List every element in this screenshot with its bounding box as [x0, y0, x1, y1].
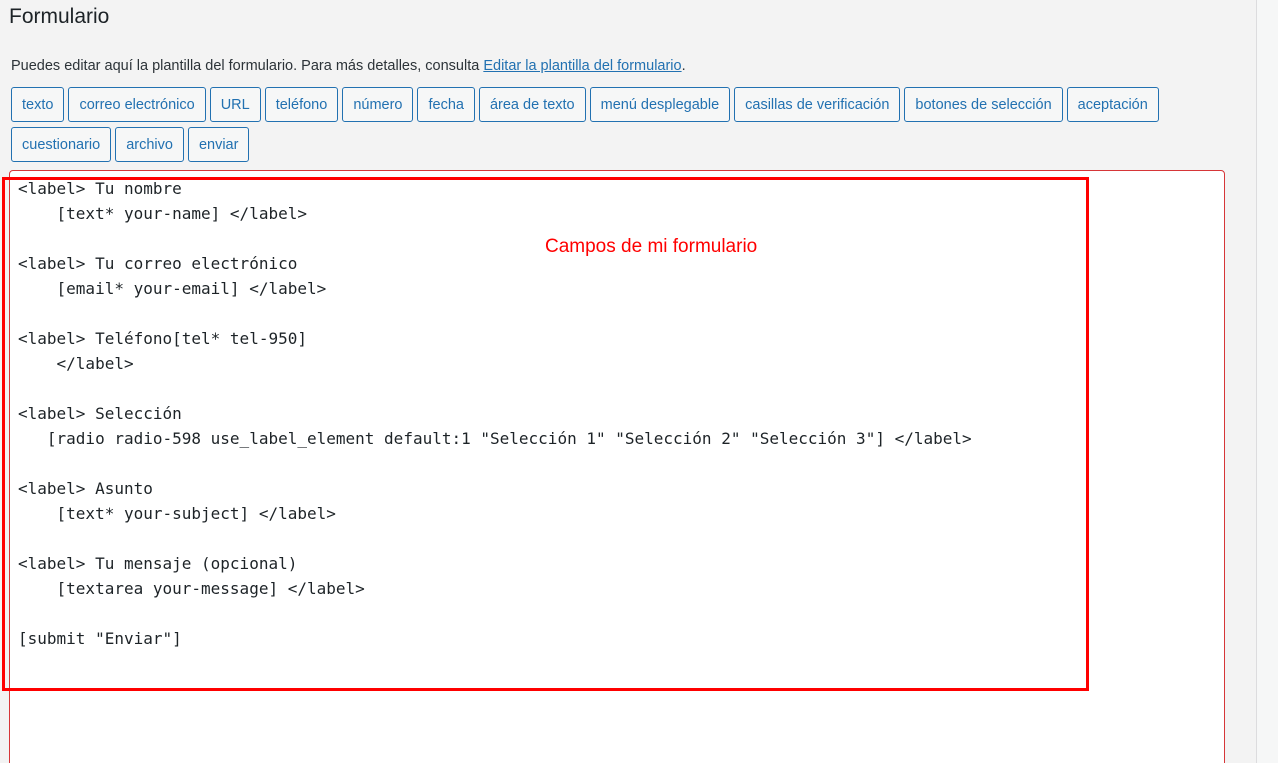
tag-button-area-de-texto[interactable]: área de texto — [478, 87, 586, 122]
tag-button-aceptacion[interactable]: aceptación — [1066, 87, 1159, 122]
tag-button-numero[interactable]: número — [342, 87, 414, 122]
tag-button-telefono[interactable]: teléfono — [264, 87, 339, 122]
tag-button-texto[interactable]: texto — [11, 87, 65, 122]
intro-sentence: Puedes editar aquí la plantilla del form… — [11, 58, 480, 74]
tag-generator-toolbar: texto correo electrónico URL teléfono nú… — [11, 87, 1226, 167]
tag-button-correo-electronico[interactable]: correo electrónico — [68, 87, 206, 122]
code-line: [text* your-subject] </label> — [18, 504, 336, 523]
tag-button-menu-desplegable[interactable]: menú desplegable — [589, 87, 731, 122]
code-line: <label> Tu correo electrónico — [18, 254, 298, 273]
form-template-code: <label> Tu nombre [text* your-name] </la… — [18, 176, 972, 651]
page-title: Formulario — [9, 5, 110, 28]
tag-row-2: cuestionario archivo enviar — [11, 127, 1226, 162]
tag-button-url[interactable]: URL — [209, 87, 261, 122]
tag-button-casillas-de-verificacion[interactable]: casillas de verificación — [734, 87, 901, 122]
intro-text: Puedes editar aquí la plantilla del form… — [11, 58, 686, 74]
tag-button-enviar[interactable]: enviar — [187, 127, 250, 162]
code-line: </label> — [18, 354, 134, 373]
tag-button-botones-de-seleccion[interactable]: botones de selección — [904, 87, 1063, 122]
code-line: <label> Selección — [18, 404, 182, 423]
intro-suffix: . — [681, 58, 686, 74]
code-line: <label> Asunto — [18, 479, 153, 498]
code-line: [email* your-email] </label> — [18, 279, 327, 298]
edit-template-link[interactable]: Editar la plantilla del formulario — [483, 58, 681, 74]
form-editor-page: Formulario Puedes editar aquí la plantil… — [0, 0, 1278, 763]
tag-button-cuestionario[interactable]: cuestionario — [11, 127, 112, 162]
code-line: <label> Teléfono[tel* tel-950] — [18, 329, 307, 348]
code-line: <label> Tu mensaje (opcional) — [18, 554, 298, 573]
tag-button-archivo[interactable]: archivo — [115, 127, 184, 162]
code-line: [textarea your-message] </label> — [18, 579, 365, 598]
annotation-label: Campos de mi formulario — [545, 236, 758, 257]
right-gutter — [1256, 0, 1278, 763]
code-line: [submit "Enviar"] — [18, 629, 182, 648]
code-line: <label> Tu nombre — [18, 179, 182, 198]
code-line: [radio radio-598 use_label_element defau… — [18, 429, 972, 448]
tag-button-fecha[interactable]: fecha — [417, 87, 475, 122]
tag-row-1: texto correo electrónico URL teléfono nú… — [11, 87, 1226, 122]
code-line: [text* your-name] </label> — [18, 204, 307, 223]
